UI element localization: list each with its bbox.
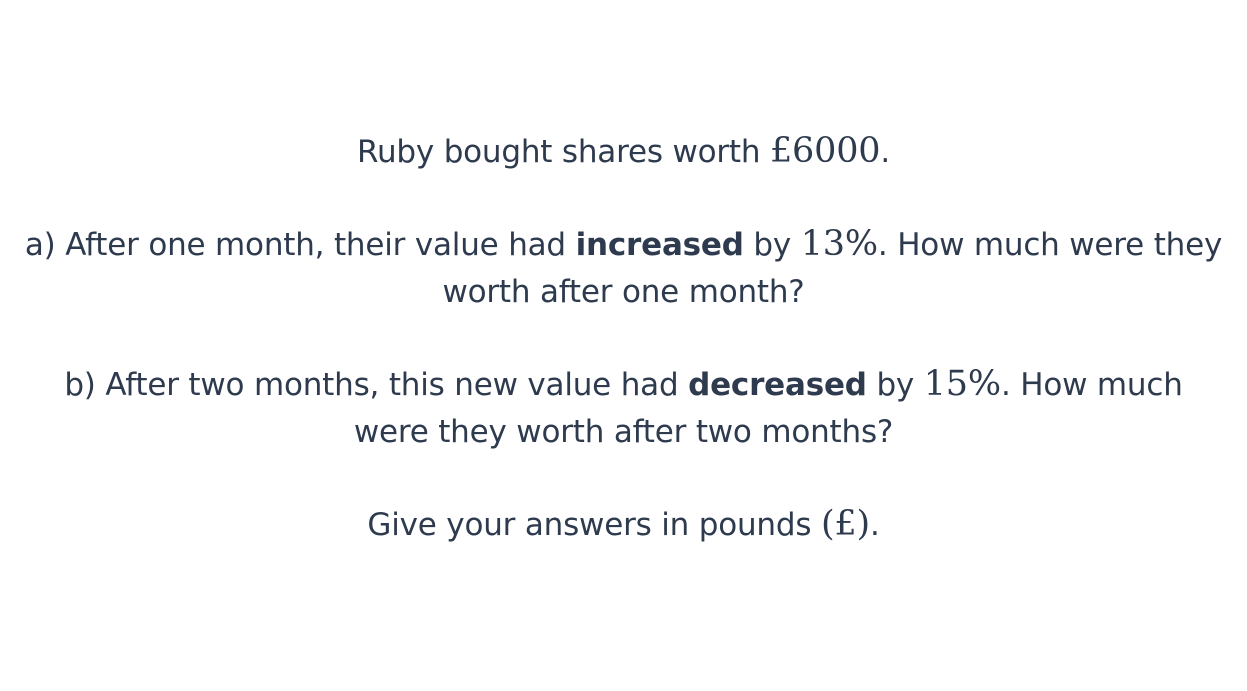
instruction-end: . (869, 507, 880, 543)
part-b-prefix: b) After two months, this new value had (64, 367, 689, 403)
intro-end: . (880, 134, 890, 170)
part-a-keyword: increased (575, 227, 744, 263)
part-a-middle: by (743, 227, 801, 263)
intro-amount: £6000 (769, 131, 881, 171)
part-a-question: a) After one month, their value had incr… (24, 221, 1223, 316)
intro-text: Ruby bought shares worth (357, 134, 770, 170)
intro-sentence: Ruby bought shares worth £6000. (24, 128, 1223, 176)
part-b-keyword: decreased (688, 367, 867, 403)
part-b-question: b) After two months, this new value had … (24, 361, 1223, 456)
part-b-middle: by (866, 367, 924, 403)
instruction-sentence: Give your answers in pounds (£). (24, 501, 1223, 549)
instruction-text: Give your answers in pounds (367, 507, 821, 543)
part-a-prefix: a) After one month, their value had (24, 227, 576, 263)
part-a-percent: 13% (800, 224, 878, 264)
question-block: Ruby bought shares worth £6000. a) After… (0, 128, 1247, 549)
instruction-unit: (£) (820, 504, 870, 544)
part-b-percent: 15% (923, 364, 1001, 404)
